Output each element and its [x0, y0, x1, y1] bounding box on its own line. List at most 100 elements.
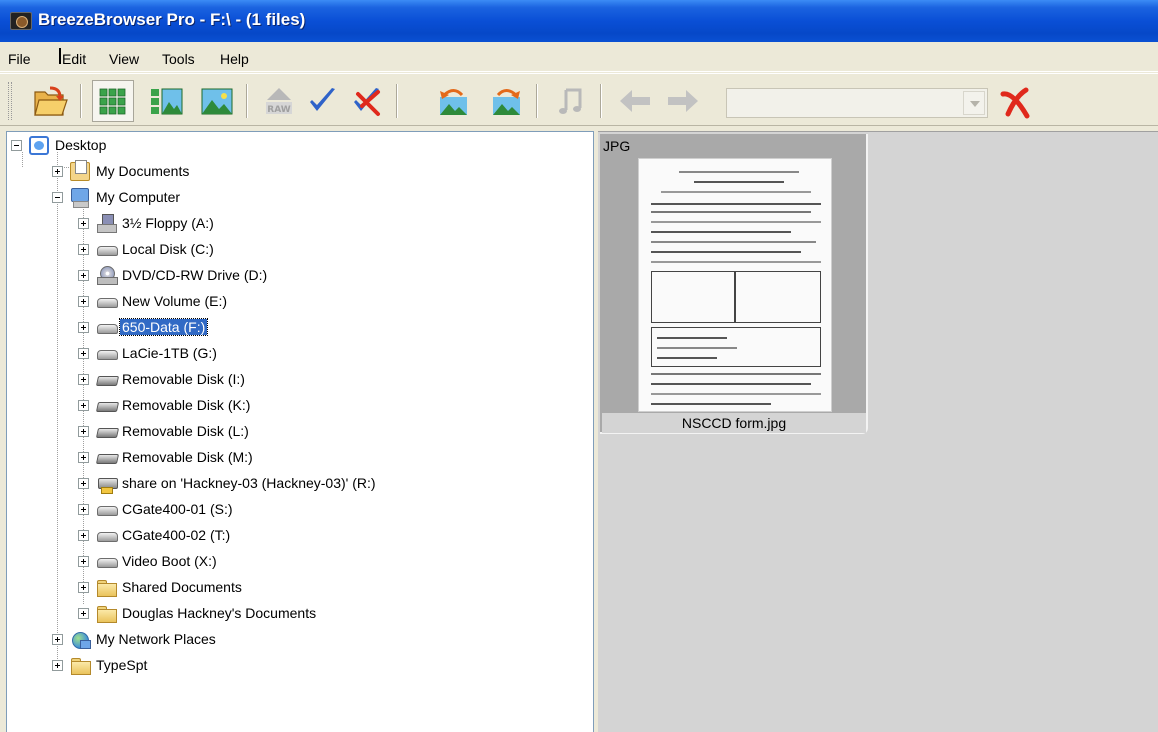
collapse-toggle[interactable]: [52, 192, 63, 203]
menu-edit[interactable]: Edit: [62, 51, 86, 67]
rotate-right-button[interactable]: [486, 80, 528, 122]
expand-toggle[interactable]: [78, 530, 89, 541]
removable-disk-icon: [96, 448, 116, 467]
collapse-toggle[interactable]: [11, 140, 22, 151]
removable-disk-icon: [96, 396, 116, 415]
toolbar-grip[interactable]: [8, 82, 12, 120]
expand-toggle[interactable]: [78, 270, 89, 281]
tree-item-typespt[interactable]: TypeSpt: [52, 654, 352, 678]
menu-file[interactable]: File: [8, 51, 31, 67]
tree-item-douglas-documents[interactable]: Douglas Hackney's Documents: [78, 602, 478, 626]
tree-item-floppy-a[interactable]: 3½ Floppy (A:): [78, 212, 478, 236]
expand-toggle[interactable]: [52, 634, 63, 645]
checkmark-icon: [310, 88, 335, 111]
tree-item-desktop[interactable]: Desktop: [11, 134, 211, 158]
app-camera-icon[interactable]: [10, 12, 32, 30]
rotate-left-button[interactable]: [432, 80, 474, 122]
expand-toggle[interactable]: [78, 218, 89, 229]
hard-disk-icon: [96, 318, 118, 337]
tree-item-lacie-g[interactable]: LaCie-1TB (G:): [78, 342, 478, 366]
hard-disk-icon: [96, 526, 118, 545]
tree-item-local-disk-c[interactable]: Local Disk (C:): [78, 238, 478, 262]
forward-button[interactable]: [662, 80, 704, 122]
tree-item-my-network-places[interactable]: My Network Places: [52, 628, 352, 652]
tree-line: [57, 152, 58, 665]
raw-button[interactable]: RAW: [258, 80, 300, 122]
tree-item-video-boot-x[interactable]: Video Boot (X:): [78, 550, 478, 574]
tree-item-cgate-t[interactable]: CGate400-02 (T:): [78, 524, 478, 548]
expand-toggle[interactable]: [78, 452, 89, 463]
expand-toggle[interactable]: [78, 582, 89, 593]
check-button[interactable]: [302, 80, 344, 122]
folder-icon: [70, 656, 91, 675]
thumbnail-preview-icon: [151, 88, 183, 115]
network-places-icon: [70, 630, 91, 649]
tree-item-label: 3½ Floppy (A:): [122, 215, 214, 231]
chevron-down-icon[interactable]: [963, 91, 985, 115]
filter-combo[interactable]: [726, 88, 988, 118]
desktop-icon: [29, 136, 49, 155]
tree-item-label: Removable Disk (M:): [122, 449, 253, 465]
tree-item-cgate-s[interactable]: CGate400-01 (S:): [78, 498, 478, 522]
document-thumbnail-image: [638, 158, 832, 412]
expand-toggle[interactable]: [78, 400, 89, 411]
expand-toggle[interactable]: [78, 556, 89, 567]
thumbnail-preview-button[interactable]: [145, 80, 187, 122]
tree-item-my-documents[interactable]: My Documents: [52, 160, 352, 184]
expand-toggle[interactable]: [52, 166, 63, 177]
back-button[interactable]: [614, 80, 656, 122]
tree-item-removable-k[interactable]: Removable Disk (K:): [78, 394, 478, 418]
menu-tools[interactable]: Tools: [162, 51, 195, 67]
menu-help[interactable]: Help: [220, 51, 249, 67]
menu-view[interactable]: View: [109, 51, 139, 67]
tree-item-label: LaCie-1TB (G:): [122, 345, 217, 361]
tree-item-removable-m[interactable]: Removable Disk (M:): [78, 446, 478, 470]
tree-item-650-data-f[interactable]: 650-Data (F:): [78, 316, 478, 340]
thumbnail-item[interactable]: JPG NSCCD form.jpg: [600, 134, 868, 434]
open-folder-button[interactable]: [30, 80, 72, 122]
folder-icon: [96, 604, 117, 623]
expand-toggle[interactable]: [78, 374, 89, 385]
back-arrow-icon: [620, 90, 650, 112]
expand-toggle[interactable]: [78, 296, 89, 307]
expand-toggle[interactable]: [78, 478, 89, 489]
file-name-label: NSCCD form.jpg: [602, 413, 866, 433]
tree-item-label: Video Boot (X:): [122, 553, 217, 569]
uncheck-button[interactable]: [346, 80, 388, 122]
thumbnail-grid-button[interactable]: [92, 80, 134, 122]
hard-disk-icon: [96, 292, 118, 311]
cancel-button[interactable]: [994, 80, 1036, 122]
tree-item-label: My Documents: [96, 163, 190, 179]
expand-toggle[interactable]: [78, 608, 89, 619]
tree-item-new-volume-e[interactable]: New Volume (E:): [78, 290, 478, 314]
folder-tree[interactable]: Desktop My Documents My Computer 3½ Flop…: [6, 131, 594, 732]
expand-toggle[interactable]: [78, 348, 89, 359]
expand-toggle[interactable]: [78, 322, 89, 333]
rotate-left-icon: [440, 89, 467, 115]
tree-item-removable-i[interactable]: Removable Disk (I:): [78, 368, 478, 392]
tree-item-label: Removable Disk (K:): [122, 397, 251, 413]
music-note-icon: [559, 88, 582, 114]
expand-toggle[interactable]: [52, 660, 63, 671]
tree-item-label: DVD/CD-RW Drive (D:): [122, 267, 268, 283]
expand-toggle[interactable]: [78, 504, 89, 515]
tree-item-removable-l[interactable]: Removable Disk (L:): [78, 420, 478, 444]
tree-item-label: TypeSpt: [96, 657, 148, 673]
tree-item-my-computer[interactable]: My Computer: [52, 186, 352, 210]
tree-item-label: Desktop: [55, 137, 107, 153]
tree-item-label: New Volume (E:): [122, 293, 228, 309]
removable-disk-icon: [96, 370, 116, 389]
tree-item-dvd-d[interactable]: DVD/CD-RW Drive (D:): [78, 264, 478, 288]
hard-disk-icon: [96, 500, 118, 519]
tree-item-share-r[interactable]: share on 'Hackney-03 (Hackney-03)' (R:): [78, 472, 538, 496]
dvd-drive-icon: [96, 266, 118, 285]
thumbnail-pane[interactable]: JPG NSCCD form.jpg: [598, 131, 1158, 732]
expand-toggle[interactable]: [78, 244, 89, 255]
tree-item-shared-documents[interactable]: Shared Documents: [78, 576, 478, 600]
title-bar[interactable]: BreezeBrowser Pro - F:\ - (1 files): [0, 0, 1158, 42]
toolbar-separator: [246, 84, 248, 118]
audio-button[interactable]: [550, 80, 592, 122]
expand-toggle[interactable]: [78, 426, 89, 437]
app-window: BreezeBrowser Pro - F:\ - (1 files) File…: [0, 0, 1158, 732]
large-preview-button[interactable]: [196, 80, 238, 122]
